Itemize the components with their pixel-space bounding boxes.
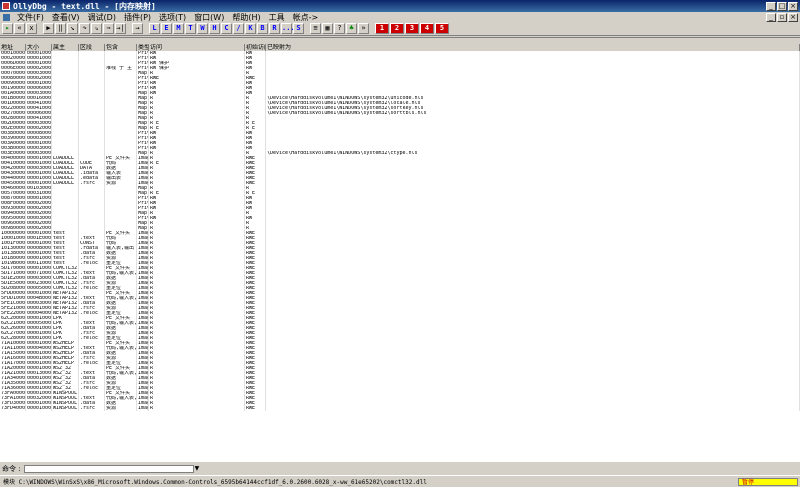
- title-bar: OllyDbg - text.dll - [内存映射] _ □ ×: [0, 0, 800, 12]
- memory-table-body: 00010000 00001000 Priv RW RW 00020000 00001000…: [0, 51, 800, 462]
- column-header-initial-access[interactable]: 初始访问: [245, 44, 266, 51]
- mdi-system-icon[interactable]: [3, 13, 10, 21]
- run-trace-button[interactable]: ...: [281, 23, 295, 34]
- execute-till-return-icon[interactable]: →|: [115, 23, 126, 34]
- mdi-minimize-button[interactable]: _: [766, 12, 776, 22]
- column-header-size[interactable]: 大小: [26, 44, 52, 51]
- tool-button-2[interactable]: 2: [390, 23, 404, 34]
- cell-access: R: [149, 406, 245, 411]
- cell-type: Imag: [138, 406, 149, 411]
- app-icon: [2, 2, 10, 10]
- command-input[interactable]: [23, 464, 194, 473]
- column-header-section[interactable]: 区段: [79, 44, 105, 51]
- executable-modules-button[interactable]: E: [161, 23, 172, 34]
- appearance-icon[interactable]: ▦: [322, 23, 333, 34]
- column-header-address[interactable]: 地址: [0, 44, 26, 51]
- mdi-close-button[interactable]: ×: [788, 12, 798, 22]
- cell-initial-access: RWE: [245, 406, 266, 411]
- command-bar: 命令 : ▼: [0, 463, 800, 474]
- cell-owner: WINSPOOL: [53, 406, 79, 411]
- options-icon[interactable]: ≡: [310, 23, 321, 34]
- restart-icon[interactable]: «: [14, 23, 25, 34]
- status-badge: 暂停: [738, 477, 798, 486]
- threads-button[interactable]: T: [185, 23, 196, 34]
- command-dropdown-icon[interactable]: ▼: [195, 465, 200, 472]
- status-text: 模块 C:\WINDOWS\WinSxS\x86_Microsoft.Windo…: [3, 479, 427, 486]
- menu-window[interactable]: 窗口(W): [190, 12, 228, 23]
- cpu-button[interactable]: C: [221, 23, 232, 34]
- tool-button-3[interactable]: 3: [405, 23, 419, 34]
- menu-help[interactable]: 帮助(H): [228, 12, 264, 23]
- maximize-button[interactable]: □: [777, 1, 787, 11]
- pause-icon[interactable]: ‖: [55, 23, 66, 34]
- trace-into-icon[interactable]: ⇘: [91, 23, 102, 34]
- source-button[interactable]: S: [293, 23, 304, 34]
- command-label: 命令 :: [2, 464, 21, 473]
- toolbar: ▸ « x ▶ ‖ ↘ ↷ ⇘ ⇒ →| → L E M T W H C / K…: [0, 22, 800, 36]
- tool-button-4[interactable]: 4: [420, 23, 434, 34]
- menu-tools[interactable]: 工具: [265, 12, 289, 23]
- tool-button-5[interactable]: 5: [435, 23, 449, 34]
- column-header-mapped-as[interactable]: 已映射为: [266, 44, 800, 51]
- open-icon[interactable]: ▸: [2, 23, 13, 34]
- references-button[interactable]: R: [269, 23, 280, 34]
- status-bar: 模块 C:\WINDOWS\WinSxS\x86_Microsoft.Windo…: [0, 475, 800, 487]
- menu-debug[interactable]: 调试(D): [84, 12, 120, 23]
- step-into-icon[interactable]: ↘: [67, 23, 78, 34]
- cmdline-icon[interactable]: »: [358, 23, 369, 34]
- window-title: OllyDbg - text.dll - [内存映射]: [13, 1, 156, 11]
- close-process-icon[interactable]: x: [26, 23, 37, 34]
- help-icon[interactable]: ?: [334, 23, 345, 34]
- cell-contains: 资源: [105, 406, 137, 411]
- column-header-access[interactable]: 访问: [149, 44, 245, 51]
- close-button[interactable]: ×: [788, 1, 798, 11]
- table-row[interactable]: 73FD4000 00001000 WINSPOOL .rsrc 资源 Imag R RWE: [0, 406, 800, 411]
- menu-bar: 文件(F) 查看(V) 调试(D) 插件(P) 选项(T) 窗口(W) 帮助(H…: [0, 12, 800, 22]
- memory-map-button[interactable]: M: [173, 23, 184, 34]
- windows-button[interactable]: W: [197, 23, 208, 34]
- trace-over-icon[interactable]: ⇒: [103, 23, 114, 34]
- menu-view[interactable]: 查看(V): [48, 12, 84, 23]
- cell-mapped-as: [266, 406, 800, 411]
- handles-button[interactable]: H: [209, 23, 220, 34]
- mdi-restore-button[interactable]: ▫: [777, 12, 787, 22]
- plugin-icon[interactable]: ♣: [346, 23, 357, 34]
- memory-map-window: 地址 大小 属主 区段 包含 类型 访问 初始访问 已映射为 000100000…: [0, 37, 800, 462]
- cell-section: .rsrc: [79, 406, 105, 411]
- menu-file[interactable]: 文件(F): [13, 12, 48, 23]
- run-icon[interactable]: ▶: [43, 23, 54, 34]
- table-header: 地址 大小 属主 区段 包含 类型 访问 初始访问 已映射为: [0, 44, 800, 51]
- log-window-button[interactable]: L: [149, 23, 160, 34]
- call-stack-button[interactable]: K: [245, 23, 256, 34]
- menu-breakpoints[interactable]: 帐点->: [289, 12, 323, 23]
- column-header-owner[interactable]: 属主: [52, 44, 79, 51]
- menu-plugins[interactable]: 插件(P): [120, 12, 155, 23]
- tool-button-1[interactable]: 1: [375, 23, 389, 34]
- patches-button[interactable]: /: [233, 23, 244, 34]
- goto-icon[interactable]: →: [132, 23, 143, 34]
- menu-options[interactable]: 选项(T): [155, 12, 190, 23]
- cell-address: 73FD4000: [1, 406, 26, 411]
- cell-size: 00001000: [27, 406, 52, 411]
- minimize-button[interactable]: _: [766, 1, 776, 11]
- step-over-icon[interactable]: ↷: [79, 23, 90, 34]
- breakpoints-button[interactable]: B: [257, 23, 268, 34]
- column-header-type[interactable]: 类型: [137, 44, 149, 51]
- column-header-contains[interactable]: 包含: [105, 44, 137, 51]
